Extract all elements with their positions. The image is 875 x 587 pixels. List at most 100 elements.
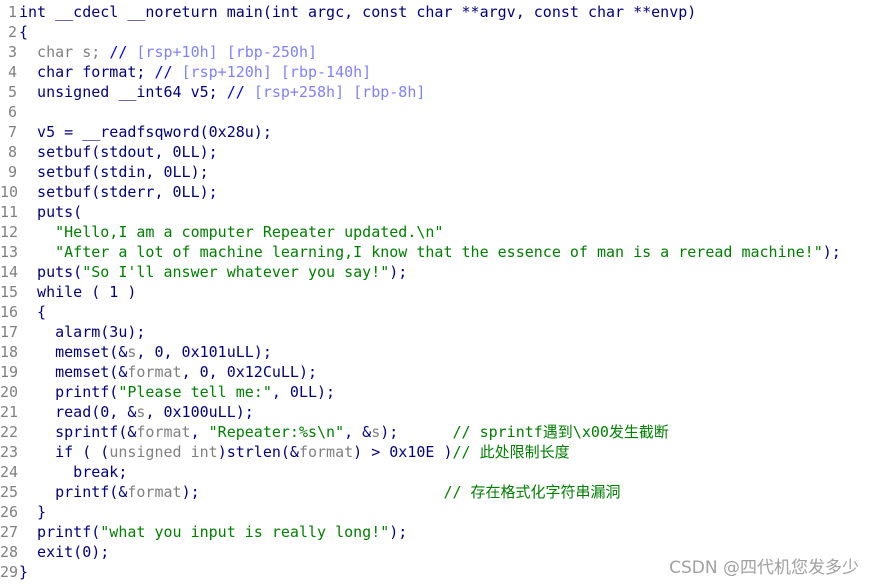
code-token: memset(& (19, 363, 128, 381)
string-literal: "Hello,I am a computer Repeater updated.… (55, 223, 444, 241)
code-token: exit(0); (19, 543, 110, 561)
code-line[interactable]: 10 setbuf(stderr, 0LL); (0, 182, 841, 202)
code-token: puts( (19, 263, 83, 281)
code-text: "Hello,I am a computer Repeater updated.… (19, 222, 443, 242)
code-text: "After a lot of machine learning,I know … (19, 242, 841, 262)
code-line[interactable]: 23 if ( (unsigned int)strlen(&format) > … (0, 442, 841, 462)
line-number: 22 (0, 423, 19, 441)
code-line[interactable]: 9 setbuf(stdin, 0LL); (0, 162, 841, 182)
code-text: alarm(3u); (19, 322, 145, 342)
line-number: 7 (7, 123, 17, 141)
code-token: format (127, 363, 182, 381)
code-text: setbuf(stderr, 0LL); (19, 182, 218, 202)
line-number: 24 (0, 463, 19, 481)
code-token: } (19, 563, 29, 581)
line-number: 19 (0, 363, 19, 381)
code-text: int __cdecl __noreturn main(int argc, co… (19, 2, 696, 22)
code-line[interactable]: 18 memset(&s, 0, 0x101uLL); (0, 342, 841, 362)
code-line[interactable]: 17 alarm(3u); (0, 322, 841, 342)
line-number: 4 (7, 63, 17, 81)
code-line[interactable]: 1 int __cdecl __noreturn main(int argc, c… (0, 2, 841, 22)
code-text: read(0, &s, 0x100uLL); (19, 402, 254, 422)
code-text: puts("So I'll answer whatever you say!")… (19, 262, 407, 282)
line-number: 13 (0, 243, 19, 261)
code-line[interactable]: 14 puts("So I'll answer whatever you say… (0, 262, 841, 282)
code-token: memset(& (19, 343, 128, 361)
line-number: 29 (0, 563, 19, 581)
code-token: ) > 0x10E ) (353, 443, 453, 461)
code-text: while ( 1 ) (19, 282, 136, 302)
code-text: char s; // [rsp+10h] [rbp-250h] (19, 42, 317, 62)
code-comment: // sprintf遇到\x00发生截断 (452, 423, 669, 441)
code-line[interactable]: 21 read(0, &s, 0x100uLL); (0, 402, 841, 422)
line-number: 1 (7, 3, 17, 21)
line-number: 28 (0, 543, 19, 561)
line-number: 20 (0, 383, 19, 401)
line-number: 9 (7, 163, 17, 181)
code-token: ); (389, 263, 408, 281)
code-token: // (109, 43, 137, 61)
code-line[interactable]: 16 { (0, 302, 841, 322)
code-line[interactable]: 6 (0, 102, 841, 122)
line-number: 15 (0, 283, 19, 301)
line-number: 18 (0, 343, 19, 361)
code-line[interactable]: 26 } (0, 502, 841, 522)
code-token: , 0, 0x101uLL); (136, 343, 272, 361)
code-token: )strlen(& (217, 443, 299, 461)
code-line[interactable]: 24 break; (0, 462, 841, 482)
code-text: } (19, 562, 28, 582)
code-text: char format; // [rsp+120h] [rbp-140h] (19, 62, 371, 82)
code-token: printf( (19, 383, 119, 401)
code-token: unsigned __int64 v5; (19, 83, 227, 101)
code-token: format (298, 443, 354, 461)
code-line[interactable]: 7 v5 = __readfsqword(0x28u); (0, 122, 841, 142)
code-text: { (19, 22, 28, 42)
line-number: 2 (7, 23, 17, 41)
code-token: { (19, 303, 47, 321)
code-token: } (19, 503, 47, 521)
code-token: while ( 1 ) (19, 283, 137, 301)
code-token: format (127, 483, 182, 501)
code-token: { (19, 23, 29, 41)
code-token: // (154, 63, 182, 81)
code-token: , 0LL); (271, 383, 336, 401)
line-number: 26 (0, 503, 19, 521)
code-token: [rsp+10h] [rbp-250h] (136, 43, 318, 61)
line-number: 12 (0, 223, 19, 241)
code-line[interactable]: 20 printf("Please tell me:", 0LL); (0, 382, 841, 402)
code-line[interactable]: 13 "After a lot of machine learning,I kn… (0, 242, 841, 262)
code-line[interactable]: 15 while ( 1 ) (0, 282, 841, 302)
code-line[interactable]: 3 char s; // [rsp+10h] [rbp-250h] (0, 42, 841, 62)
code-line[interactable]: 8 setbuf(stdout, 0LL); (0, 142, 841, 162)
code-line[interactable]: 2{ (0, 22, 841, 42)
code-token: printf(& (19, 483, 128, 501)
line-number: 3 (7, 43, 17, 61)
code-line[interactable]: 11 puts( (0, 202, 841, 222)
code-token: setbuf(stdin, 0LL); (19, 163, 209, 181)
code-token: alarm(3u); (19, 323, 146, 341)
line-number: 16 (0, 303, 19, 321)
code-line[interactable]: 12 "Hello,I am a computer Repeater updat… (0, 222, 841, 242)
code-token: , 0x100uLL); (145, 403, 254, 421)
code-line[interactable]: 27 printf("what you input is really long… (0, 522, 841, 542)
line-number: 8 (7, 143, 17, 161)
code-line[interactable]: 4 char format; // [rsp+120h] [rbp-140h] (0, 62, 841, 82)
code-token: ); (822, 243, 841, 261)
code-token: [rsp+120h] [rbp-140h] (181, 63, 372, 81)
line-number: 17 (0, 323, 19, 341)
pseudocode-view[interactable]: 1 int __cdecl __noreturn main(int argc, c… (0, 2, 841, 582)
code-token: char s; (19, 43, 110, 61)
line-number: 21 (0, 403, 19, 421)
code-text: } (19, 502, 46, 522)
code-text: puts( (19, 202, 82, 222)
code-line[interactable]: 25 printf(&format); // 存在格式化字符串漏洞 (0, 482, 841, 502)
code-token: ); (181, 483, 444, 501)
code-line[interactable]: 5 unsigned __int64 v5; // [rsp+258h] [rb… (0, 82, 841, 102)
code-token: ); (389, 523, 408, 541)
code-line[interactable]: 22 sprintf(&format, "Repeater:%s\n", &s)… (0, 422, 841, 442)
code-token: sprintf(& (19, 423, 137, 441)
line-number: 14 (0, 263, 19, 281)
code-line[interactable]: 19 memset(&format, 0, 0x12CuLL); (0, 362, 841, 382)
code-text: exit(0); (19, 542, 109, 562)
